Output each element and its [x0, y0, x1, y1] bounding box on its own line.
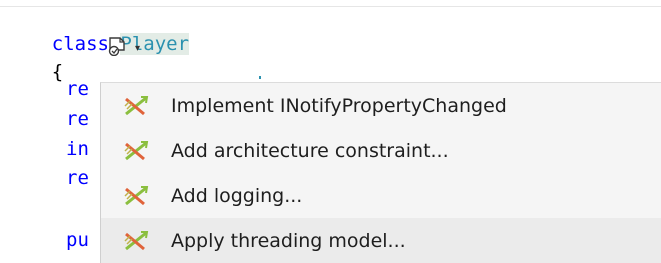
- postsharp-crossed-arrows-icon: [101, 94, 171, 118]
- postsharp-crossed-arrows-icon: [101, 139, 171, 163]
- menu-item-add-logging[interactable]: Add logging...: [101, 173, 661, 218]
- code-fragment: re: [66, 78, 89, 100]
- smart-tag-button[interactable]: ▾: [103, 33, 161, 63]
- menu-item-implement-inotifypropertychanged[interactable]: Implement INotifyPropertyChanged: [101, 83, 661, 128]
- menu-item-apply-threading-model[interactable]: Apply threading model...: [101, 218, 661, 263]
- postsharp-crossed-arrows-icon: [101, 184, 171, 208]
- postsharp-crossed-arrows-icon: [101, 229, 171, 253]
- chevron-down-icon: ▾: [135, 42, 141, 54]
- menu-item-label: Add architecture constraint...: [171, 139, 449, 162]
- code-fragment: re: [66, 167, 89, 189]
- menu-item-label: Apply threading model...: [171, 229, 406, 252]
- quick-actions-menu: Implement INotifyPropertyChanged Add arc…: [100, 82, 661, 263]
- code-fragment: pu: [66, 229, 89, 251]
- menu-item-label: Add logging...: [171, 184, 303, 207]
- menu-item-label: Implement INotifyPropertyChanged: [171, 94, 507, 117]
- code-fragment: in: [66, 138, 89, 160]
- code-fragment: re: [66, 108, 89, 130]
- smart-tag-refactor-icon: [107, 36, 129, 60]
- code-line-open-brace: {: [6, 36, 63, 108]
- open-brace: {: [51, 61, 64, 83]
- menu-item-add-architecture-constraint[interactable]: Add architecture constraint...: [101, 128, 661, 173]
- current-line-highlight: [0, 0, 661, 7]
- code-editor[interactable]: class Player { re re in re pu ▾ Implemen…: [0, 0, 661, 263]
- error-hint-mark: [259, 76, 261, 79]
